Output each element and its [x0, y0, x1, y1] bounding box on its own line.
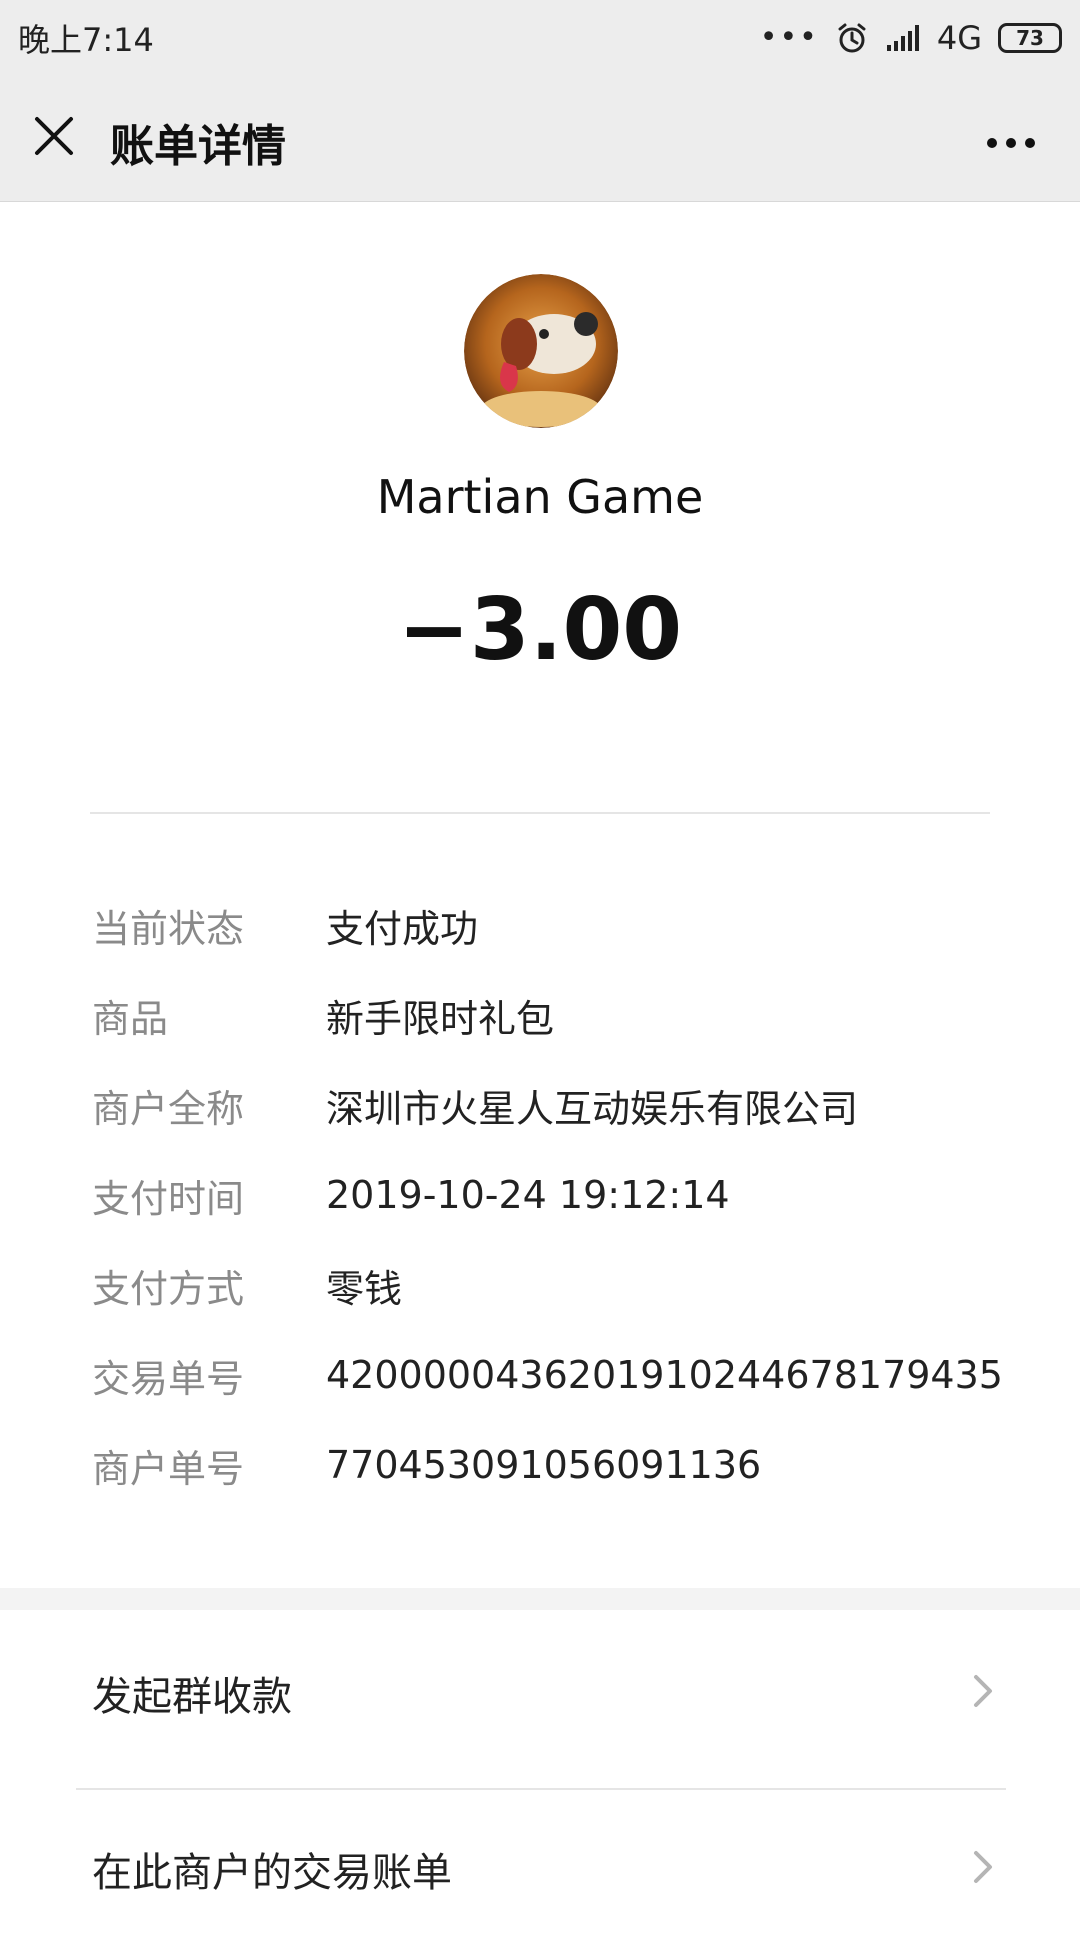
divider — [90, 812, 990, 814]
detail-row-product: 商品 新手限时礼包 — [92, 970, 1012, 1060]
signal-icon — [885, 23, 921, 53]
chevron-right-icon — [972, 1849, 994, 1889]
close-icon[interactable] — [34, 116, 74, 156]
detail-key: 支付方式 — [92, 1266, 245, 1311]
detail-key: 交易单号 — [92, 1356, 245, 1401]
detail-key: 商户单号 — [92, 1446, 245, 1491]
detail-value: 支付成功 — [326, 906, 479, 951]
detail-key: 商品 — [92, 996, 169, 1041]
merchant-avatar — [464, 274, 618, 428]
action-label: 发起群收款 — [92, 1674, 292, 1720]
detail-list: 当前状态 支付成功 商品 新手限时礼包 商户全称 深圳市火星人互动娱乐有限公司 … — [92, 880, 1012, 1510]
merchant-name: Martian Game — [376, 470, 704, 524]
detail-value: 新手限时礼包 — [326, 996, 555, 1041]
battery-icon: 73 — [998, 23, 1062, 53]
divider — [76, 1788, 1006, 1790]
detail-key: 支付时间 — [92, 1176, 245, 1221]
detail-row-method: 支付方式 零钱 — [92, 1240, 1012, 1330]
chevron-right-icon — [972, 1673, 994, 1713]
detail-row-transaction-id: 交易单号 4200000436201910244678179435 — [92, 1330, 1012, 1420]
page-title: 账单详情 — [110, 121, 286, 172]
status-time: 晚上7:14 — [18, 21, 154, 59]
detail-value: 770453091056091136 — [326, 1443, 762, 1487]
detail-value: 4200000436201910244678179435 — [326, 1353, 1003, 1397]
detail-value: 零钱 — [326, 1266, 403, 1311]
merchant-bills-button[interactable]: 在此商户的交易账单 — [0, 1796, 1080, 1942]
more-icon[interactable] — [986, 134, 1036, 148]
payment-amount: −3.00 — [397, 580, 683, 680]
battery-level: 73 — [1016, 26, 1044, 50]
action-label: 在此商户的交易账单 — [92, 1850, 452, 1896]
detail-row-merchant-order-id: 商户单号 770453091056091136 — [92, 1420, 1012, 1510]
alarm-icon — [835, 21, 869, 55]
network-label: 4G — [936, 19, 982, 57]
detail-row-time: 支付时间 2019-10-24 19:12:14 — [92, 1150, 1012, 1240]
detail-row-merchant: 商户全称 深圳市火星人互动娱乐有限公司 — [92, 1060, 1012, 1150]
notification-dots: ••• — [759, 20, 819, 55]
detail-row-status: 当前状态 支付成功 — [92, 880, 1012, 970]
detail-key: 当前状态 — [92, 906, 245, 951]
detail-value: 2019-10-24 19:12:14 — [326, 1173, 730, 1217]
status-icons: ••• 4G 73 — [760, 19, 1062, 57]
section-separator — [0, 1588, 1080, 1610]
nav-bar: 账单详情 — [0, 76, 1080, 202]
status-bar: 晚上7:14 ••• 4G 73 — [0, 0, 1080, 76]
detail-value: 深圳市火星人互动娱乐有限公司 — [326, 1086, 859, 1131]
detail-key: 商户全称 — [92, 1086, 245, 1131]
group-collect-button[interactable]: 发起群收款 — [0, 1620, 1080, 1766]
